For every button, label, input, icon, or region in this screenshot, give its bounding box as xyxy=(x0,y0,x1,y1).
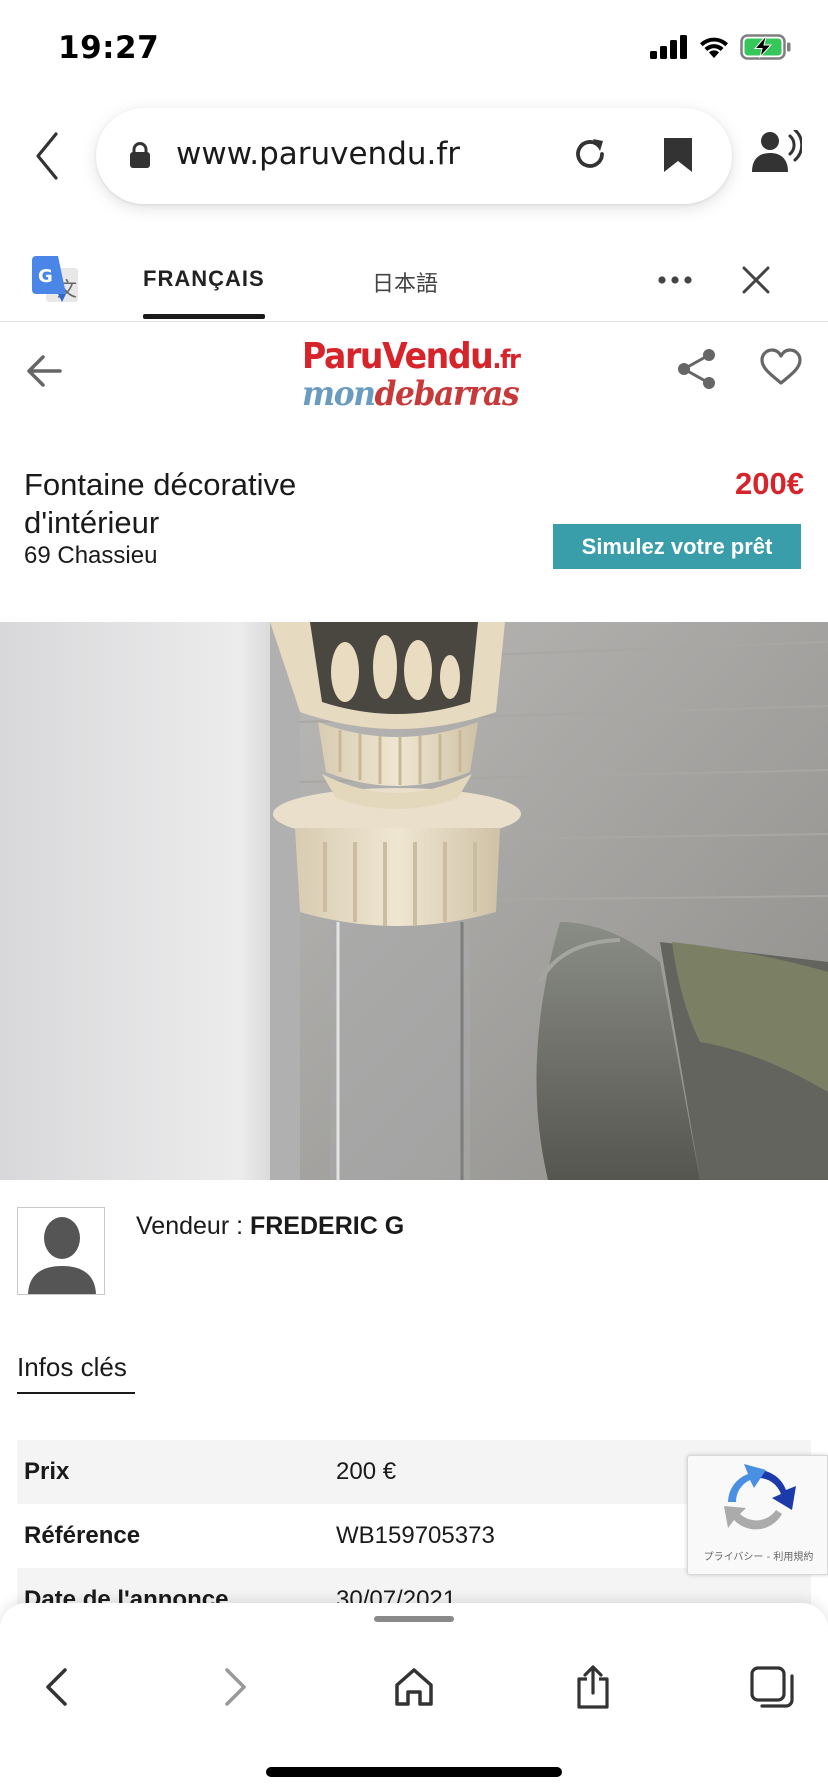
more-options-icon[interactable] xyxy=(658,276,692,284)
simulate-loan-button[interactable]: Simulez votre prêt xyxy=(553,524,801,569)
recaptcha-icon xyxy=(724,1464,796,1530)
status-time: 19:27 xyxy=(58,30,160,66)
ad-price: 200€ xyxy=(735,466,804,501)
status-bar: 19:27 xyxy=(0,0,828,100)
fountain-photo-illustration xyxy=(0,622,828,1180)
logo-mon: mon xyxy=(302,374,376,414)
battery-charging-icon xyxy=(740,34,791,60)
tab-source-language[interactable]: FRANÇAIS xyxy=(143,266,265,292)
bottom-toolbar xyxy=(0,1603,828,1792)
chevron-left-icon xyxy=(46,1668,67,1706)
speak-icon[interactable] xyxy=(752,130,802,176)
info-key: Prix xyxy=(24,1458,70,1485)
close-icon[interactable] xyxy=(742,266,770,294)
ad-title: Fontaine décorative d'intérieur xyxy=(24,467,297,540)
tabs-button[interactable] xyxy=(742,1657,802,1717)
tabs-icon xyxy=(750,1666,794,1708)
reload-icon[interactable] xyxy=(570,134,610,174)
seller-label: Vendeur : FREDERIC G xyxy=(136,1212,404,1241)
info-value: 200 € xyxy=(336,1458,397,1485)
address-bar[interactable]: www.paruvendu.fr xyxy=(96,108,732,204)
status-icons xyxy=(650,34,792,60)
recaptcha-badge[interactable]: プライバシー - 利用規約 xyxy=(687,1455,828,1575)
cellular-signal-icon xyxy=(650,35,687,59)
user-placeholder-icon xyxy=(28,1217,96,1294)
browser-back-icon[interactable] xyxy=(28,128,68,184)
active-tab-indicator xyxy=(143,314,265,319)
translate-bar: 文 G FRANÇAIS 日本語 xyxy=(0,240,828,322)
avatar xyxy=(17,1207,105,1295)
product-photo[interactable] xyxy=(0,622,828,1180)
bookmark-icon[interactable] xyxy=(662,136,694,174)
recaptcha-links[interactable]: プライバシー - 利用規約 xyxy=(688,1548,828,1563)
logo-brand: ParuVendu xyxy=(302,336,494,377)
heart-icon[interactable] xyxy=(760,348,802,386)
seller-name[interactable]: FREDERIC G xyxy=(250,1212,404,1240)
toolbar-handle[interactable] xyxy=(374,1616,454,1622)
lock-icon xyxy=(130,142,150,168)
site-header: ParuVendu.fr mondebarras xyxy=(0,322,828,418)
logo-debarras: debarras xyxy=(374,374,520,414)
logo-suffix: .fr xyxy=(492,345,521,375)
info-key: Référence xyxy=(24,1522,141,1549)
key-infos-underline xyxy=(17,1392,135,1394)
url-row: www.paruvendu.fr xyxy=(0,104,828,208)
svg-text:G: G xyxy=(38,266,53,287)
wifi-icon xyxy=(700,37,728,58)
nav-back-button[interactable] xyxy=(26,1657,86,1717)
share-page-button[interactable] xyxy=(563,1657,623,1717)
seller-prefix: Vendeur : xyxy=(136,1212,250,1240)
google-translate-icon[interactable]: 文 G xyxy=(32,256,80,306)
home-button[interactable] xyxy=(384,1657,444,1717)
logo-bottom-line: mondebarras xyxy=(302,374,520,414)
home-icon xyxy=(395,1668,433,1706)
tab-target-language[interactable]: 日本語 xyxy=(372,266,438,298)
tab-key-infos[interactable]: Infos clés xyxy=(17,1352,127,1383)
url-text: www.paruvendu.fr xyxy=(176,136,461,172)
share-icon[interactable] xyxy=(676,348,718,390)
info-value: WB159705373 xyxy=(336,1522,495,1549)
ad-location: 69 Chassieu xyxy=(24,542,158,569)
home-indicator[interactable] xyxy=(266,1767,562,1777)
back-arrow-icon[interactable] xyxy=(26,354,62,388)
share-page-icon xyxy=(577,1665,609,1709)
nav-forward-button[interactable] xyxy=(206,1657,266,1717)
logo-top-line: ParuVendu.fr xyxy=(302,336,521,377)
site-logo[interactable]: ParuVendu.fr mondebarras xyxy=(302,336,521,414)
chevron-right-icon xyxy=(225,1668,246,1706)
